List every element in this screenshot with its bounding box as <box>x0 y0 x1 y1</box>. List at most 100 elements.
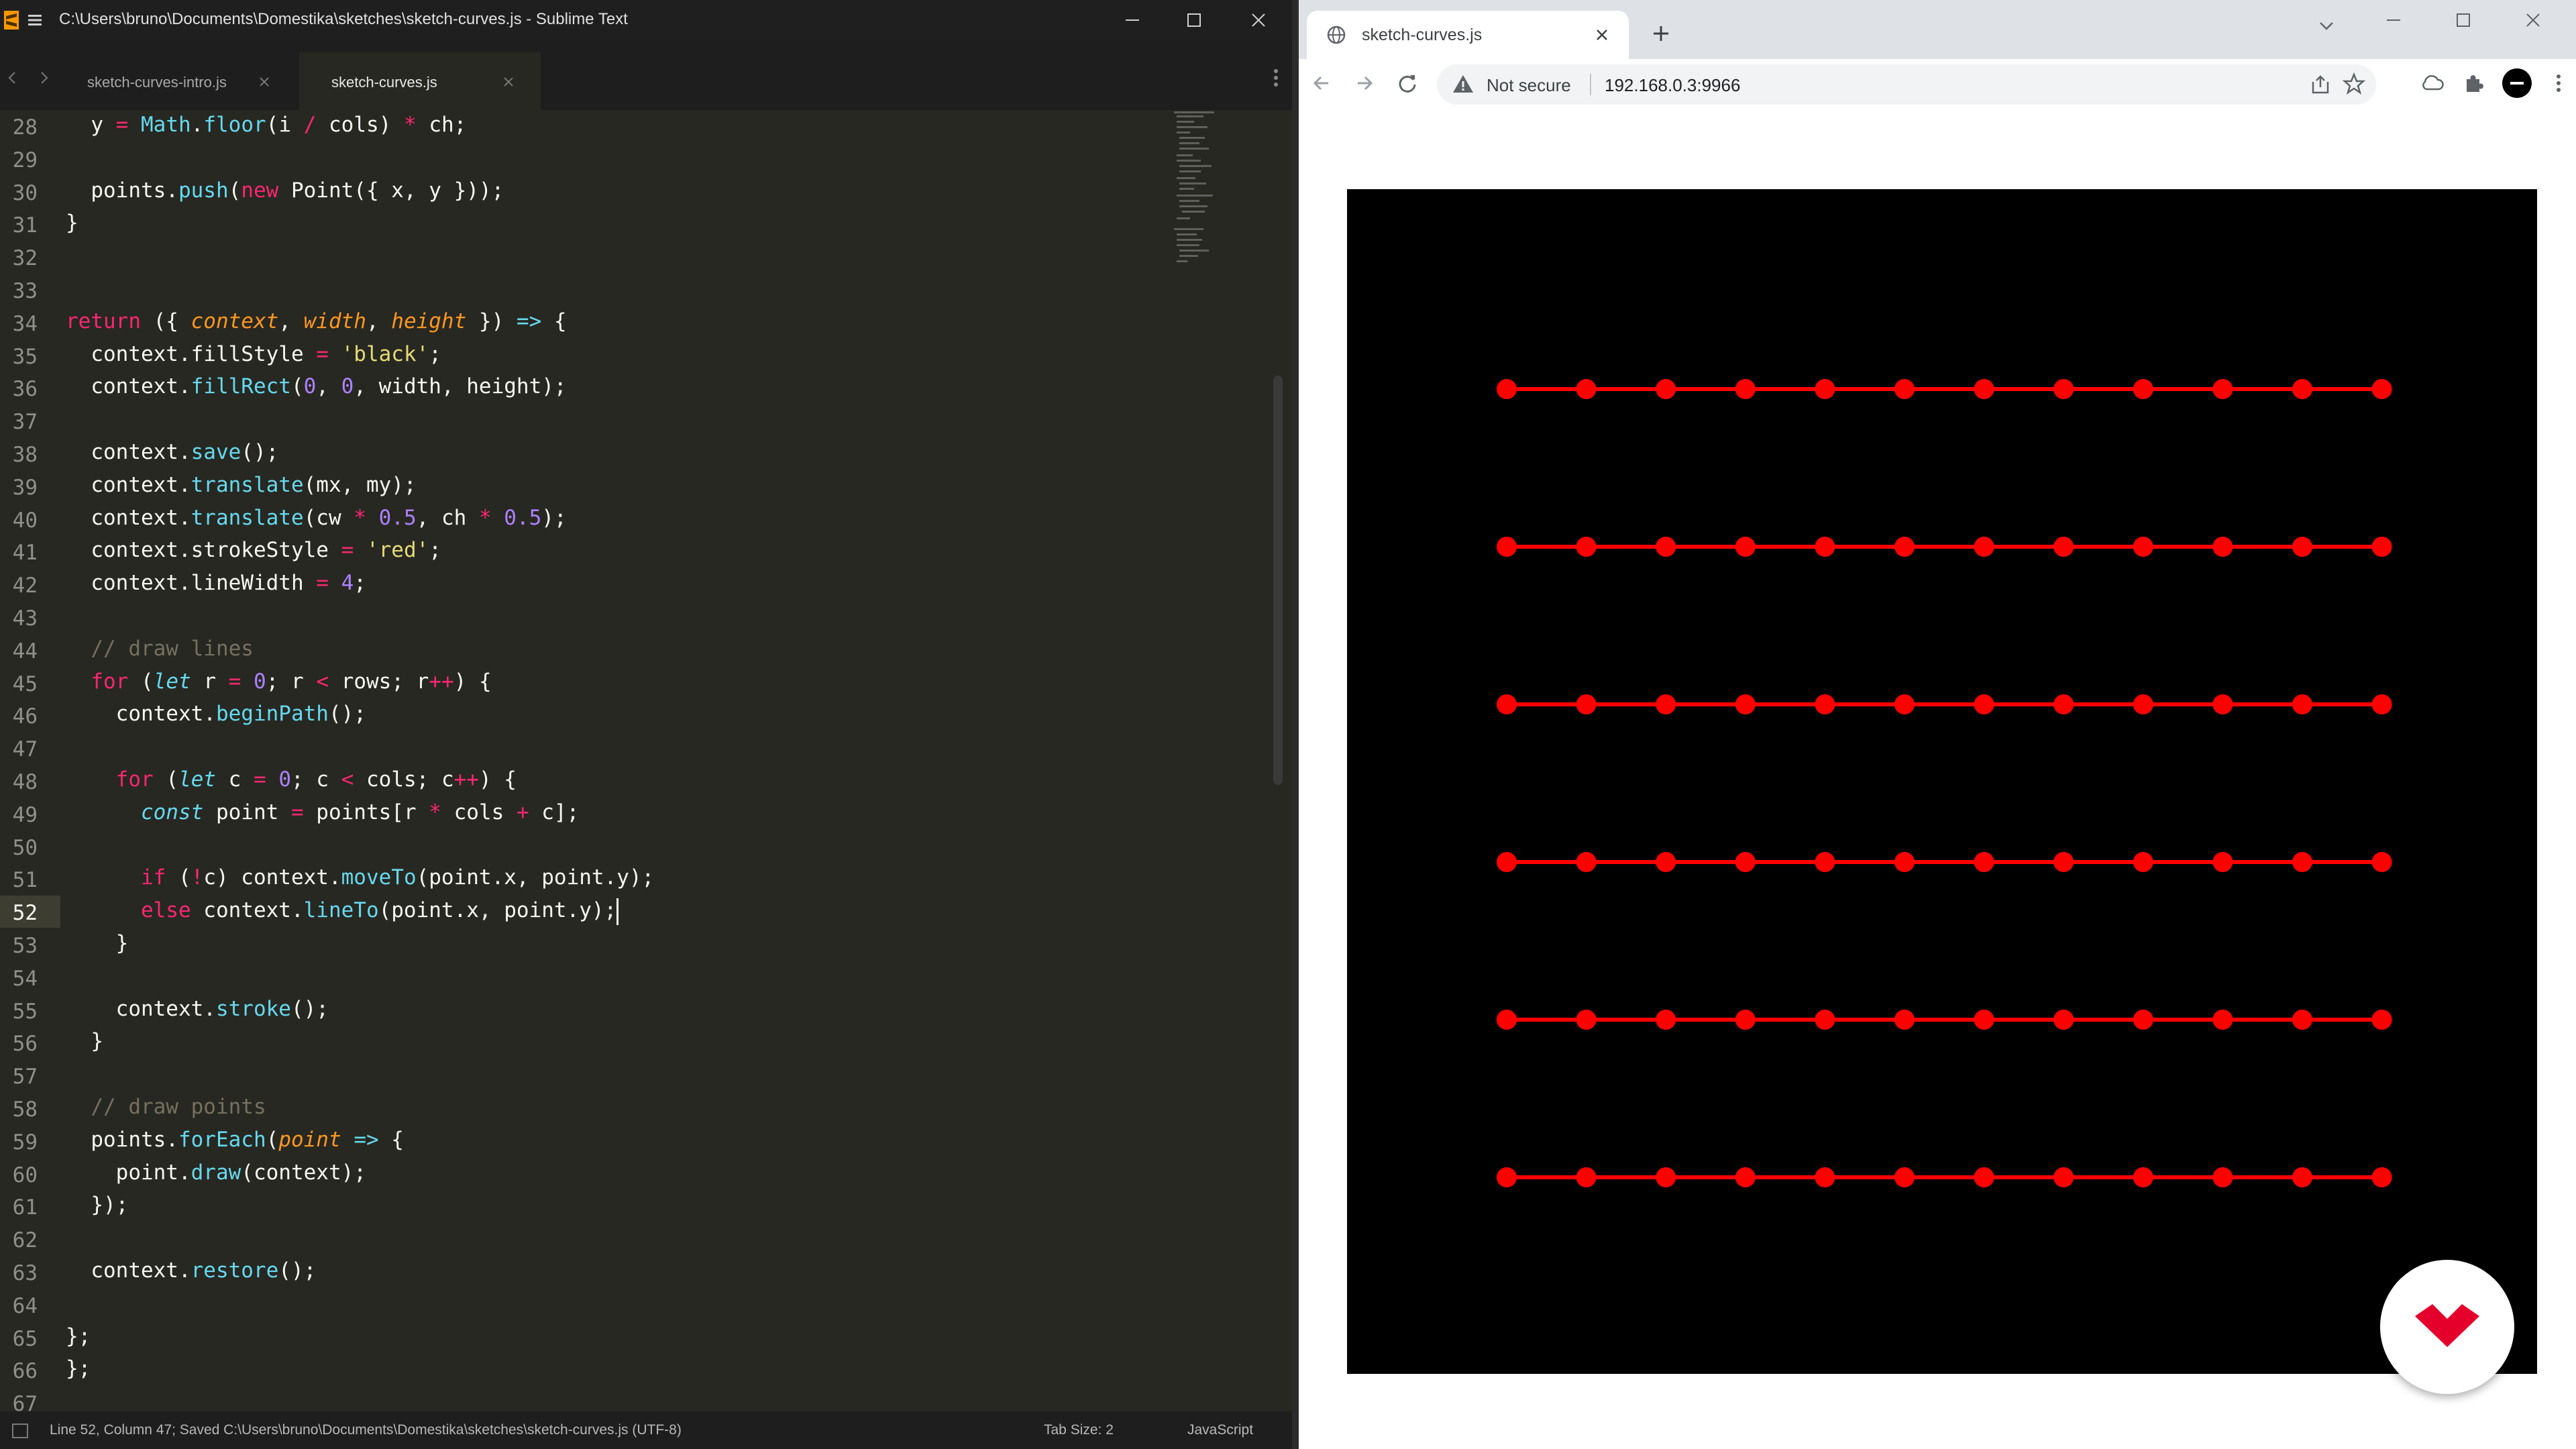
code-line[interactable]: context.lineWidth = 4; <box>66 567 366 599</box>
sketch-point <box>2133 694 2153 714</box>
tab-scroll-left-icon[interactable] <box>3 64 23 91</box>
line-number: 66 <box>12 1359 38 1384</box>
code-line[interactable]: y = Math.floor(i / cols) * ch; <box>66 109 466 141</box>
browser-tab[interactable]: sketch-curves.js <box>1307 11 1629 59</box>
cloud-icon[interactable] <box>2419 70 2446 97</box>
sublime-titlebar: C:\Users\bruno\Documents\Domestika\sketc… <box>0 0 1292 40</box>
line-number: 35 <box>12 344 38 369</box>
security-status[interactable]: Not secure <box>1487 75 1571 96</box>
code-line[interactable]: // draw points <box>66 1091 266 1123</box>
sketch-point <box>2053 852 2074 872</box>
sketch-point <box>1497 1010 1517 1030</box>
line-number: 44 <box>12 639 38 663</box>
line-number: 51 <box>12 868 38 893</box>
url-text[interactable]: 192.168.0.3:9966 <box>1605 75 1740 96</box>
tab-sketch-curves-intro[interactable]: sketch-curves-intro.js <box>55 52 297 110</box>
sketch-point <box>1656 852 1676 872</box>
profile-avatar[interactable] <box>2502 68 2532 98</box>
sketch-point <box>1576 852 1597 872</box>
code-line[interactable]: points.push(new Point({ x, y })); <box>66 174 504 207</box>
sketch-point <box>2133 852 2153 872</box>
sketch-point <box>2212 1010 2233 1030</box>
code-line[interactable]: const point = points[r * cols + c]; <box>66 796 579 828</box>
panel-toggle-icon[interactable] <box>12 1424 28 1438</box>
code-line[interactable]: points.forEach(point => { <box>66 1124 404 1156</box>
code-line[interactable]: context.beginPath(); <box>66 698 366 730</box>
code-line[interactable]: } <box>66 927 129 959</box>
code-line[interactable]: else context.lineTo(point.x, point.y); <box>66 894 619 926</box>
chevron-down-icon[interactable] <box>2313 12 2340 39</box>
maximize-button[interactable] <box>2431 0 2496 42</box>
code-line[interactable]: context.fillRect(0, 0, width, height); <box>66 370 566 402</box>
back-arrow-icon[interactable] <box>1308 70 1335 97</box>
line-number: 45 <box>12 672 38 696</box>
sketch-point <box>2292 852 2312 872</box>
code-editor[interactable]: y = Math.floor(i / cols) * ch; points.pu… <box>60 110 1167 1405</box>
status-bar: Line 52, Column 47; Saved C:\Users\bruno… <box>0 1411 1292 1449</box>
code-line[interactable]: context.stroke(); <box>66 993 329 1025</box>
code-line[interactable]: }; <box>66 1352 91 1385</box>
new-tab-icon[interactable] <box>1648 20 1674 47</box>
line-number: 50 <box>12 835 38 860</box>
minimize-button[interactable] <box>2361 0 2426 42</box>
kebab-menu-icon[interactable] <box>2545 70 2572 97</box>
sketch-point <box>2371 379 2392 399</box>
code-line[interactable]: for (let c = 0; c < cols; c++) { <box>66 763 517 796</box>
syntax-indicator[interactable]: JavaScript <box>1187 1422 1253 1438</box>
sketch-point <box>2212 852 2233 872</box>
sketch-point <box>1576 537 1597 557</box>
sketch-point <box>2133 537 2153 557</box>
line-number: 59 <box>12 1130 38 1155</box>
sketch-canvas[interactable] <box>1347 189 2537 1374</box>
sketch-point <box>2292 1167 2312 1187</box>
tab-close-icon[interactable] <box>258 75 271 89</box>
hamburger-menu-icon[interactable] <box>27 12 43 28</box>
tab-size-indicator[interactable]: Tab Size: 2 <box>1044 1422 1114 1438</box>
close-window-button[interactable] <box>2501 0 2565 42</box>
minimap[interactable] <box>1174 110 1241 378</box>
sketch-point <box>2371 852 2392 872</box>
sublime-app-icon <box>4 11 19 30</box>
sketch-point <box>2053 1167 2074 1187</box>
tab-sketch-curves[interactable]: sketch-curves.js <box>299 52 541 110</box>
close-window-button[interactable] <box>1228 0 1289 40</box>
reload-icon[interactable] <box>1394 70 1421 97</box>
code-line[interactable]: point.draw(context); <box>66 1157 366 1189</box>
line-number: 32 <box>12 246 38 271</box>
warning-triangle-icon[interactable] <box>1452 74 1474 94</box>
sketch-point <box>1894 537 1915 557</box>
line-number: 58 <box>12 1097 38 1122</box>
bookmark-star-icon[interactable] <box>2343 72 2365 95</box>
maximize-button[interactable] <box>1163 0 1225 40</box>
share-icon[interactable] <box>2309 74 2332 95</box>
code-line[interactable]: context.strokeStyle = 'red'; <box>66 534 441 566</box>
extensions-puzzle-icon[interactable] <box>2461 70 2487 97</box>
code-line[interactable]: context.translate(cw * 0.5, ch * 0.5); <box>66 502 566 534</box>
line-number: 28 <box>12 115 38 140</box>
sketch-point <box>2292 694 2312 714</box>
code-line[interactable]: }); <box>66 1189 128 1221</box>
line-number: 56 <box>12 1032 38 1057</box>
code-line[interactable]: context.translate(mx, my); <box>66 469 416 501</box>
code-line[interactable]: if (!c) context.moveTo(point.x, point.y)… <box>66 861 654 894</box>
minimize-button[interactable] <box>1102 0 1163 40</box>
code-line[interactable]: context.fillStyle = 'black'; <box>66 338 441 370</box>
code-line[interactable]: context.save(); <box>66 436 278 468</box>
vertical-scrollbar[interactable] <box>1273 376 1283 785</box>
code-line[interactable]: } <box>66 207 78 239</box>
code-line[interactable]: // draw lines <box>66 633 254 665</box>
line-number: 54 <box>12 966 38 991</box>
code-line[interactable]: }; <box>66 1320 91 1352</box>
address-bar[interactable]: Not secure 192.168.0.3:9966 <box>1437 64 2376 105</box>
code-line[interactable]: } <box>66 1025 103 1057</box>
tab-close-icon[interactable] <box>502 75 515 89</box>
tab-close-icon[interactable] <box>1593 25 1611 44</box>
code-line[interactable]: return ({ context, width, height }) => { <box>66 305 567 337</box>
forward-arrow-icon[interactable] <box>1351 70 1378 97</box>
tab-scroll-right-icon[interactable] <box>34 64 54 91</box>
sketch-point <box>1815 852 1835 872</box>
sketch-point <box>1656 694 1676 714</box>
tab-overflow-menu-icon[interactable] <box>1268 64 1284 91</box>
code-line[interactable]: context.restore(); <box>66 1254 316 1287</box>
code-line[interactable]: for (let r = 0; r < rows; r++) { <box>66 665 491 698</box>
